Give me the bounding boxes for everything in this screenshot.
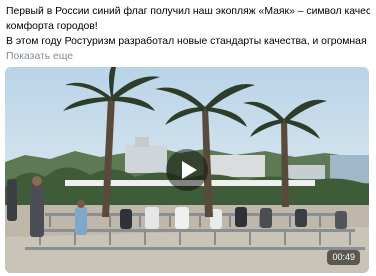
show-more-link[interactable]: Показать еще [6,49,73,64]
play-button[interactable] [166,149,208,191]
post-text-line: В этом году Ростуризм разработал новые с… [6,36,370,47]
video-duration-badge: 00:49 [327,250,360,265]
post-text-line: Первый в России синий флаг получил наш э… [6,6,370,17]
post-text-line: комфорта городов! [6,21,98,32]
post-text: Первый в России синий флаг получил наш э… [6,4,370,49]
video-player[interactable]: 00:49 [5,67,369,273]
play-icon [182,161,197,179]
